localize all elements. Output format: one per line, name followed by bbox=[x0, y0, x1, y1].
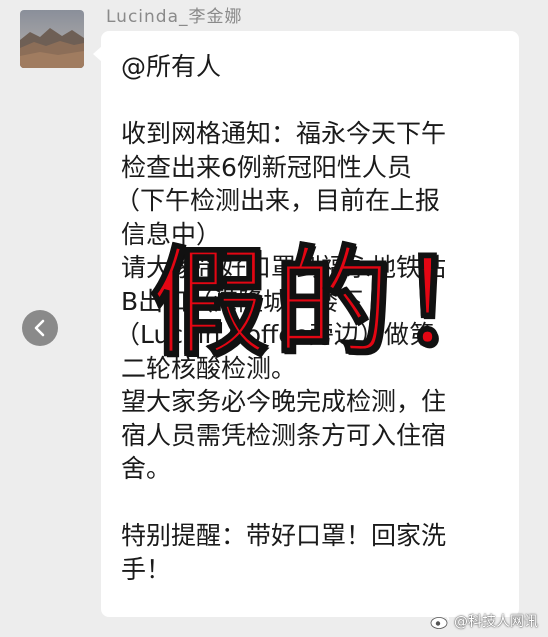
sender-name: Lucinda_李金娜 bbox=[106, 7, 243, 27]
chat-screen: Lucinda_李金娜 @所有人 收到网格通知：福永今天下午 检查出来6例新冠阳… bbox=[0, 0, 548, 637]
watermark-text: @科技人网讯 bbox=[454, 614, 538, 630]
back-button[interactable] bbox=[22, 310, 58, 346]
message-line: 手！ bbox=[121, 554, 172, 584]
message-line: 望大家务必今晚完成检测，住 bbox=[121, 387, 447, 416]
chevron-left-icon bbox=[34, 319, 45, 337]
landscape-avatar-image bbox=[20, 10, 84, 68]
message-line: （下午检测出来，目前在上报 bbox=[115, 186, 441, 215]
message-line: 收到网格通知：福永今天下午 bbox=[121, 119, 447, 148]
fake-stamp-overlay: 假的！ bbox=[149, 234, 523, 372]
message-line: 检查出来6例新冠阳性人员 bbox=[121, 152, 412, 182]
avatar[interactable] bbox=[20, 10, 84, 68]
weibo-watermark: @科技人网讯 bbox=[430, 611, 538, 631]
message-line: 舍。 bbox=[121, 454, 172, 483]
message-line: 特别提醒：带好口罩！回家洗 bbox=[121, 521, 447, 550]
message-line: @所有人 bbox=[121, 52, 222, 81]
weibo-icon bbox=[430, 614, 450, 629]
message-line: 宿人员需凭检测条方可入住宿 bbox=[121, 420, 447, 450]
